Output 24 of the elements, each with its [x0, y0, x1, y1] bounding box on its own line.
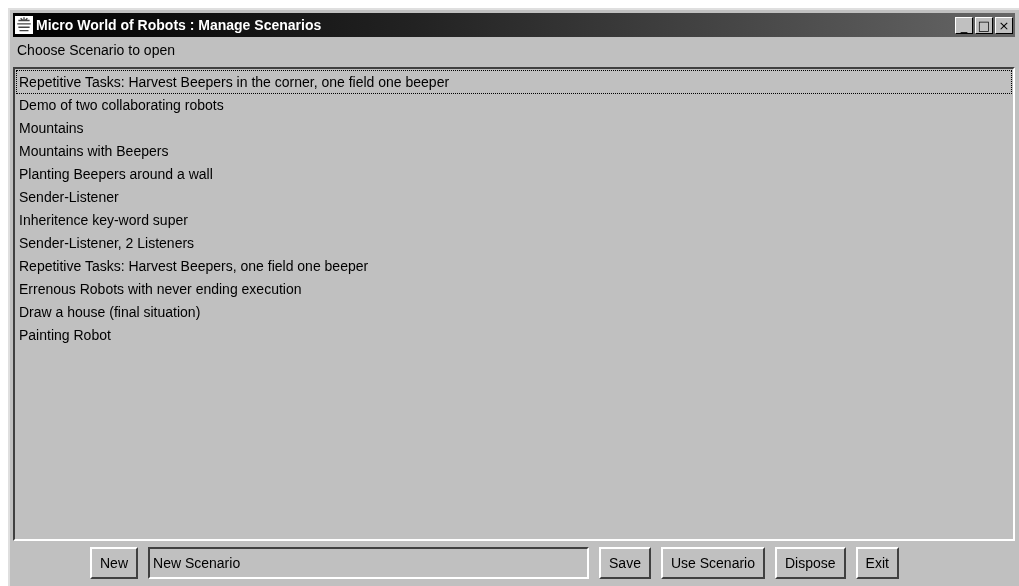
scenario-item[interactable]: Inheritence key-word super [16, 208, 1012, 232]
scenario-item[interactable]: Draw a house (final situation) [16, 300, 1012, 324]
scenario-item[interactable]: Repetitive Tasks: Harvest Beepers, one field one beeper [16, 254, 1012, 278]
maximize-button[interactable]: □ [975, 16, 993, 34]
action-button[interactable]: Dispose [775, 547, 846, 579]
name-field[interactable]: New Scenario [148, 547, 589, 579]
scenario-item[interactable]: Sender-Listener [16, 185, 1012, 209]
scenario-item[interactable]: Mountains [16, 116, 1012, 140]
scenario-item[interactable]: Sender-Listener, 2 Listeners [16, 231, 1012, 255]
minimize-button[interactable]: _ [955, 16, 973, 34]
scenario-item[interactable]: Errenous Robots with never ending execution [16, 277, 1012, 301]
close-button[interactable]: × [995, 16, 1013, 34]
action-button[interactable]: New [90, 547, 138, 579]
action-button[interactable]: Use Scenario [660, 547, 765, 579]
action-button[interactable]: Save [599, 547, 651, 579]
scenario-item[interactable]: Demo of two collaborating robots [16, 93, 1012, 117]
scenario-item[interactable]: Mountains with Beepers [16, 139, 1012, 163]
window-title: Micro World of Robots : Manage Scenarios [36, 17, 323, 33]
app-icon [15, 16, 33, 34]
scenario-item[interactable]: Repetitive Tasks: Harvest Beepers in the corner, one field one beeper [16, 70, 1012, 94]
scenario-item[interactable]: Painting Robot [16, 323, 1012, 347]
scenario-item[interactable]: Planting Beepers around a wall [16, 162, 1012, 186]
prompt-label: Choose Scenario to open [16, 41, 176, 60]
action-button[interactable]: Exit [855, 547, 899, 579]
